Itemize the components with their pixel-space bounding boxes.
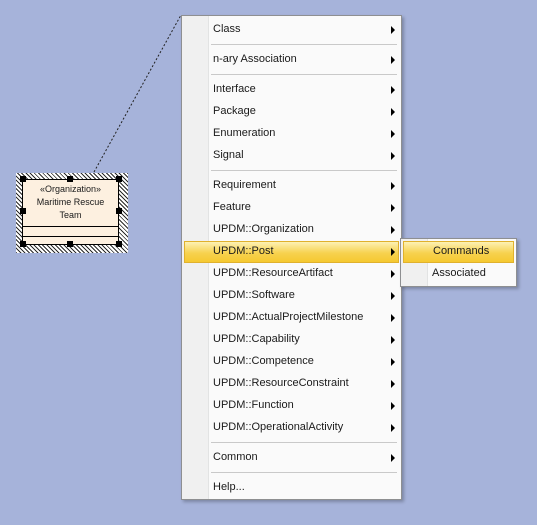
menu-item-label: Help... xyxy=(213,481,245,493)
element-name-line-2: Team xyxy=(59,210,82,220)
element-compartment-divider xyxy=(23,236,118,237)
submenu-item-associated[interactable]: Associated xyxy=(403,263,514,285)
submenu-arrow-icon xyxy=(391,358,395,366)
menu-item-label: Interface xyxy=(213,83,256,95)
resize-handle-n[interactable] xyxy=(67,176,73,182)
submenu-arrow-icon xyxy=(391,248,395,256)
menu-item-nary-association[interactable]: n-ary Association xyxy=(184,49,399,71)
submenu-arrow-icon xyxy=(391,402,395,410)
resize-handle-ne[interactable] xyxy=(116,176,122,182)
menu-separator xyxy=(211,170,397,171)
menu-item-class[interactable]: Class xyxy=(184,19,399,41)
menu-item-enumeration[interactable]: Enumeration xyxy=(184,123,399,145)
resize-handle-s[interactable] xyxy=(67,241,73,247)
submenu-arrow-icon xyxy=(391,204,395,212)
menu-item-requirement[interactable]: Requirement xyxy=(184,175,399,197)
menu-item-package[interactable]: Package xyxy=(184,101,399,123)
menu-item-updm-capability[interactable]: UPDM::Capability xyxy=(184,329,399,351)
menu-item-label: UPDM::Post xyxy=(213,245,274,257)
menu-item-label: Feature xyxy=(213,201,251,213)
menu-item-label: UPDM::ResourceArtifact xyxy=(213,267,333,279)
submenu-item-commands[interactable]: Commands xyxy=(403,241,514,263)
menu-item-label: UPDM::Organization xyxy=(213,223,314,235)
submenu-arrow-icon xyxy=(391,56,395,64)
menu-item-label: Signal xyxy=(213,149,244,161)
submenu-arrow-icon xyxy=(391,270,395,278)
menu-item-common[interactable]: Common xyxy=(184,447,399,469)
menu-item-label: Common xyxy=(213,451,258,463)
menu-separator xyxy=(211,44,397,45)
menu-item-help[interactable]: Help... xyxy=(184,477,399,499)
menu-item-updm-software[interactable]: UPDM::Software xyxy=(184,285,399,307)
menu-item-updm-resourceconstraint[interactable]: UPDM::ResourceConstraint xyxy=(184,373,399,395)
menu-item-label: Associated xyxy=(432,267,486,279)
resize-handle-sw[interactable] xyxy=(20,241,26,247)
submenu-arrow-icon xyxy=(391,108,395,116)
menu-item-label: Class xyxy=(213,23,241,35)
element-compartment-divider xyxy=(23,226,118,227)
resize-handle-w[interactable] xyxy=(20,208,26,214)
submenu-arrow-icon xyxy=(391,26,395,34)
submenu-arrow-icon xyxy=(391,336,395,344)
element-stereotype: «Organization» xyxy=(39,184,102,194)
submenu-arrow-icon xyxy=(391,380,395,388)
menu-item-feature[interactable]: Feature xyxy=(184,197,399,219)
menu-item-label: UPDM::ActualProjectMilestone xyxy=(213,311,364,323)
menu-item-label: UPDM::Capability xyxy=(213,333,300,345)
submenu-arrow-icon xyxy=(391,292,395,300)
menu-item-label: Enumeration xyxy=(213,127,276,139)
submenu-arrow-icon xyxy=(391,182,395,190)
element-name-line-1: Maritime Rescue xyxy=(36,197,105,207)
menu-item-updm-resourceartifact[interactable]: UPDM::ResourceArtifact xyxy=(184,263,399,285)
menu-item-signal[interactable]: Signal xyxy=(184,145,399,167)
submenu-arrow-icon xyxy=(391,424,395,432)
menu-item-updm-function[interactable]: UPDM::Function xyxy=(184,395,399,417)
resize-handle-nw[interactable] xyxy=(20,176,26,182)
submenu-updm-post: Commands Associated xyxy=(400,238,517,287)
submenu-arrow-icon xyxy=(391,130,395,138)
menu-item-updm-organization[interactable]: UPDM::Organization xyxy=(184,219,399,241)
menu-item-updm-actualprojectmilestone[interactable]: UPDM::ActualProjectMilestone xyxy=(184,307,399,329)
submenu-arrow-icon xyxy=(391,226,395,234)
menu-separator xyxy=(211,442,397,443)
menu-item-label: UPDM::Software xyxy=(213,289,295,301)
resize-handle-se[interactable] xyxy=(116,241,122,247)
menu-item-interface[interactable]: Interface xyxy=(184,79,399,101)
context-menu: Class n-ary Association Interface Packag… xyxy=(181,15,402,500)
menu-item-label: UPDM::OperationalActivity xyxy=(213,421,344,433)
menu-item-label: UPDM::ResourceConstraint xyxy=(213,377,349,389)
menu-separator xyxy=(211,74,397,75)
submenu-arrow-icon xyxy=(391,86,395,94)
menu-item-updm-post[interactable]: UPDM::Post xyxy=(184,241,399,263)
menu-item-label: n-ary Association xyxy=(213,53,297,65)
menu-item-label: Package xyxy=(213,105,256,117)
menu-separator xyxy=(211,472,397,473)
resize-handle-e[interactable] xyxy=(116,208,122,214)
menu-item-updm-competence[interactable]: UPDM::Competence xyxy=(184,351,399,373)
submenu-arrow-icon xyxy=(391,454,395,462)
submenu-arrow-icon xyxy=(391,314,395,322)
submenu-arrow-icon xyxy=(391,152,395,160)
menu-item-updm-operationalactivity[interactable]: UPDM::OperationalActivity xyxy=(184,417,399,439)
menu-item-label: UPDM::Function xyxy=(213,399,294,411)
menu-item-label: UPDM::Competence xyxy=(213,355,314,367)
menu-item-label: Commands xyxy=(433,245,490,257)
menu-item-label: Requirement xyxy=(213,179,276,191)
uml-element-organization[interactable]: «Organization» Maritime Rescue Team xyxy=(22,179,119,245)
